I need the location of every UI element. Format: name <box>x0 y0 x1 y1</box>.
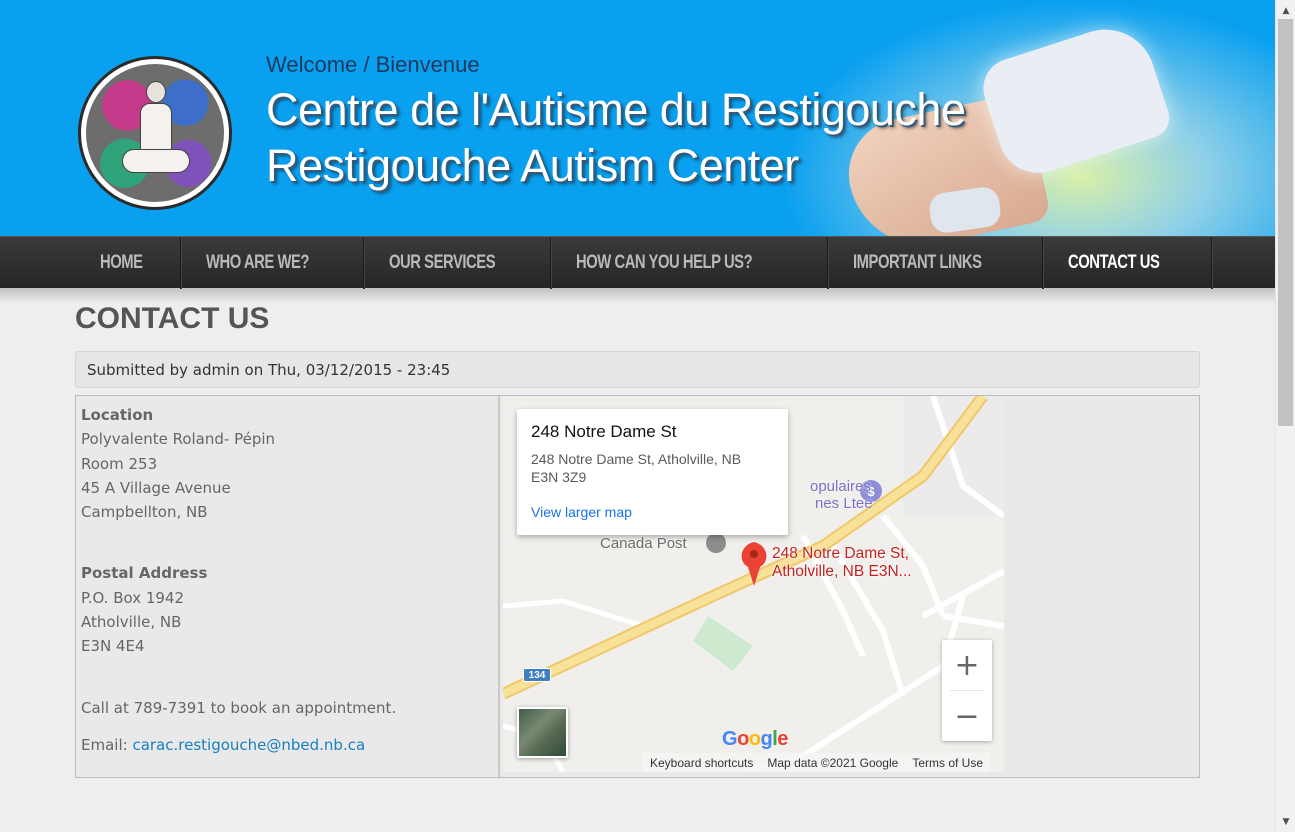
nav-item-label[interactable]: CONTACT US <box>1068 252 1160 274</box>
location-line: Room 253 <box>81 454 158 473</box>
contact-info-cell: Location Polyvalente Roland- Pépin Room … <box>81 403 481 757</box>
site-title-english: Restigouche Autism Center <box>266 140 799 191</box>
map-info-window: 248 Notre Dame St 248 Notre Dame St, Ath… <box>517 409 788 535</box>
scroll-up-arrow-icon[interactable]: ▲ <box>1276 2 1295 19</box>
location-line: 45 A Village Avenue <box>81 478 231 497</box>
info-window-title: 248 Notre Dame St <box>531 422 677 441</box>
google-logo: Google <box>722 728 788 750</box>
nav-item-who-are-we[interactable]: WHO ARE WE? <box>181 237 364 289</box>
nav-item-label[interactable]: WHO ARE WE? <box>206 252 309 274</box>
scroll-down-arrow-icon[interactable]: ▼ <box>1276 813 1295 830</box>
poi-bank-label-line1: opulaires <box>810 478 871 495</box>
scrollbar-thumb[interactable] <box>1278 19 1293 426</box>
postal-heading: Postal Address <box>81 564 208 583</box>
site-title-french: Centre de l'Autisme du Restigouche <box>266 84 966 135</box>
map-marker-label[interactable]: 248 Notre Dame St, Atholville, NB E3N... <box>772 545 972 581</box>
map-zoom-control: + − <box>942 640 992 741</box>
location-heading: Location <box>81 406 154 424</box>
postal-line: P.O. Box 1942 <box>81 588 185 607</box>
welcome-text: Welcome / Bienvenue <box>266 52 480 77</box>
zoom-in-button[interactable]: + <box>942 640 992 690</box>
info-window-address: 248 Notre Dame St, Atholville, NB E3N 3Z… <box>531 451 742 485</box>
nav-item-contact-us[interactable]: CONTACT US <box>1043 237 1212 289</box>
main-navigation: HOME WHO ARE WE? OUR SERVICES HOW CAN YO… <box>0 236 1275 289</box>
poi-bank-label-line2: nes Ltee <box>815 495 873 512</box>
nav-item-important-links[interactable]: IMPORTANT LINKS <box>828 237 1044 289</box>
postal-line: Atholville, NB <box>81 613 182 632</box>
page-title: CONTACT US <box>75 302 270 335</box>
site-header-banner: Welcome / Bienvenue Centre de l'Autisme … <box>0 0 1275 236</box>
table-divider <box>498 396 500 777</box>
page-scrollbar[interactable]: ▲ ▼ <box>1275 0 1295 832</box>
submitted-info: Submitted by admin on Thu, 03/12/2015 - … <box>75 351 1200 388</box>
route-shield: 134 <box>523 668 551 682</box>
view-larger-map-link[interactable]: View larger map <box>531 504 632 520</box>
map-attribution: Keyboard shortcuts Map data ©2021 Google… <box>643 753 991 772</box>
nav-item-home[interactable]: HOME <box>75 237 181 289</box>
email-line: Email: carac.restigouche@nbed.nb.ca <box>81 733 481 757</box>
logo-meditating-figure <box>122 81 190 191</box>
terms-of-use-link[interactable]: Terms of Use <box>905 756 990 770</box>
zoom-out-button[interactable]: − <box>942 691 992 741</box>
map-data-text: Map data ©2021 Google <box>767 755 899 770</box>
poi-canada-post-label: Canada Post <box>600 535 687 552</box>
location-line: Polyvalente Roland- Pépin <box>81 430 276 449</box>
call-text: Call at 789-7391 to book an appointment. <box>81 698 397 717</box>
site-logo[interactable] <box>78 56 232 210</box>
nav-item-our-services[interactable]: OUR SERVICES <box>364 237 551 289</box>
nav-item-how-can-you-help[interactable]: HOW CAN YOU HELP US? <box>551 237 828 289</box>
email-label: Email: <box>81 735 133 754</box>
nav-item-label[interactable]: HOW CAN YOU HELP US? <box>576 252 753 274</box>
keyboard-shortcuts-link[interactable]: Keyboard shortcuts <box>643 756 760 770</box>
location-line: Campbellton, NB <box>81 503 208 522</box>
email-link[interactable]: carac.restigouche@nbed.nb.ca <box>132 736 365 754</box>
nav-item-label[interactable]: OUR SERVICES <box>389 252 496 274</box>
satellite-toggle-button[interactable] <box>517 707 568 758</box>
postal-line: E3N 4E4 <box>81 637 145 656</box>
nav-item-label[interactable]: IMPORTANT LINKS <box>853 252 982 274</box>
nav-item-label[interactable]: HOME <box>100 252 143 274</box>
